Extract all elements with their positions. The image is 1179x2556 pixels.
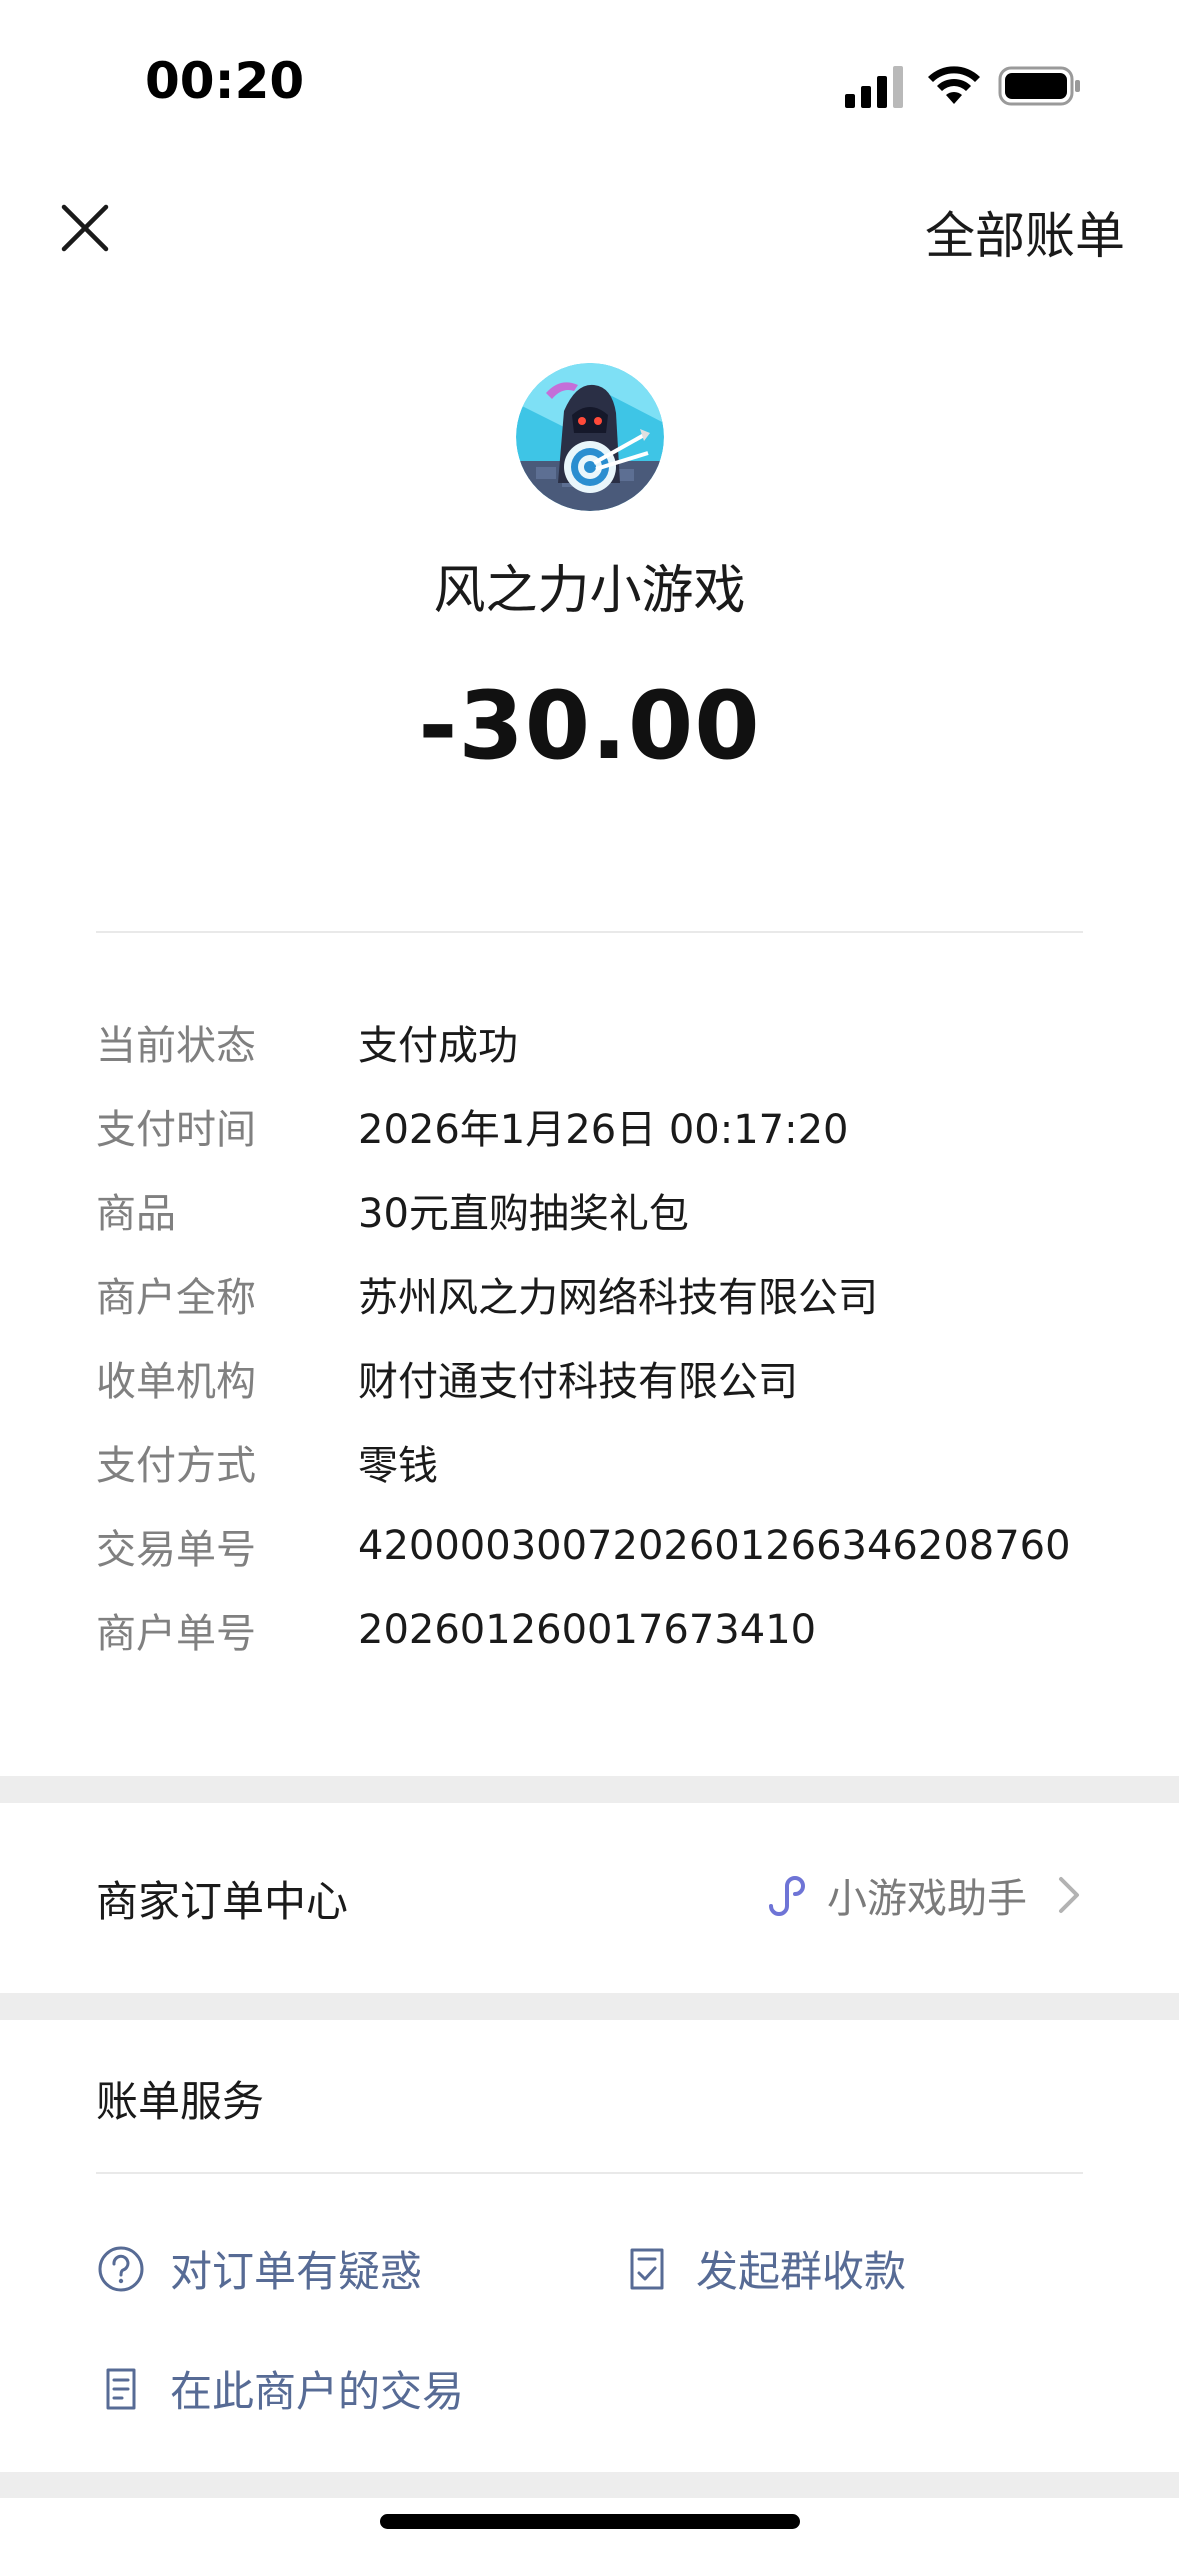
detail-value: 2026年1月26日 00:17:20	[358, 1107, 849, 1153]
close-icon[interactable]	[52, 195, 118, 261]
status-time: 00:20	[145, 52, 305, 110]
detail-value[interactable]: 4200003007202601266346208760	[358, 1523, 1071, 1569]
chevron-right-icon	[1059, 1877, 1079, 1913]
detail-value: 财付通支付科技有限公司	[358, 1359, 798, 1405]
detail-label: 商品	[96, 1191, 176, 1237]
detail-label: 支付时间	[96, 1107, 256, 1153]
detail-label: 交易单号	[96, 1527, 256, 1573]
mini-program-icon	[769, 1876, 806, 1916]
section-separator	[0, 2472, 1179, 2498]
detail-value: 30元直购抽奖礼包	[358, 1191, 689, 1237]
battery-icon	[998, 66, 1080, 106]
transaction-details: 当前状态 支付成功 支付时间 2026年1月26日 00:17:20 商品 30…	[96, 1000, 1096, 1672]
detail-label: 商户单号	[96, 1611, 256, 1657]
header-divider	[96, 931, 1083, 933]
group-collection-button[interactable]: 发起群收款	[622, 2238, 906, 2299]
all-bills-link[interactable]: 全部账单	[925, 196, 1125, 268]
detail-value: 苏州风之力网络科技有限公司	[358, 1275, 878, 1321]
detail-row-pay-time: 支付时间 2026年1月26日 00:17:20	[96, 1084, 1096, 1168]
detail-value: 支付成功	[358, 1023, 518, 1069]
game-avatar	[516, 363, 664, 511]
document-icon	[106, 2368, 136, 2409]
detail-value: 零钱	[358, 1443, 438, 1489]
merchant-name: 风之力小游戏	[433, 561, 746, 621]
detail-row-merchant-full-name: 商户全称 苏州风之力网络科技有限公司	[96, 1252, 1096, 1336]
section-separator	[0, 1993, 1179, 2020]
merchant-order-center-label: 商家订单中心	[96, 1877, 349, 1926]
detail-label: 收单机构	[96, 1359, 256, 1405]
mini-game-assistant-link[interactable]: 小游戏助手	[763, 1866, 1083, 1924]
merchant-transactions-label: 在此商户的交易	[170, 2367, 465, 2416]
home-indicator[interactable]	[380, 2514, 800, 2529]
detail-label: 当前状态	[96, 1023, 256, 1069]
bill-service-divider	[96, 2172, 1083, 2174]
signal-icon	[845, 66, 903, 108]
order-question-button[interactable]: 对订单有疑惑	[96, 2238, 422, 2299]
detail-row-pay-method: 支付方式 零钱	[96, 1420, 1096, 1504]
mini-game-assistant-label: 小游戏助手	[827, 1876, 1027, 1922]
merchant-transactions-button[interactable]: 在此商户的交易	[96, 2358, 464, 2419]
detail-value[interactable]: 20260126001767341​0	[358, 1607, 816, 1653]
detail-label: 支付方式	[96, 1443, 256, 1489]
detail-row-merchant-order-id: 商户单号 20260126001767341​0	[96, 1588, 1096, 1672]
question-circle-icon	[98, 2246, 144, 2291]
section-separator	[0, 1776, 1179, 1803]
detail-row-product: 商品 30元直购抽奖礼包	[96, 1168, 1096, 1252]
group-collection-label: 发起群收款	[696, 2247, 907, 2296]
wifi-icon	[928, 66, 980, 104]
detail-row-acquirer: 收单机构 财付通支付科技有限公司	[96, 1336, 1096, 1420]
order-question-label: 对订单有疑惑	[170, 2247, 423, 2296]
checklist-icon	[630, 2248, 664, 2289]
detail-row-transaction-id: 交易单号 4200003007202601266346208760	[96, 1504, 1096, 1588]
detail-label: 商户全称	[96, 1275, 256, 1321]
payment-amount: -30.00	[418, 672, 761, 781]
bill-service-title: 账单服务	[96, 2077, 265, 2126]
detail-row-status: 当前状态 支付成功	[96, 1000, 1096, 1084]
